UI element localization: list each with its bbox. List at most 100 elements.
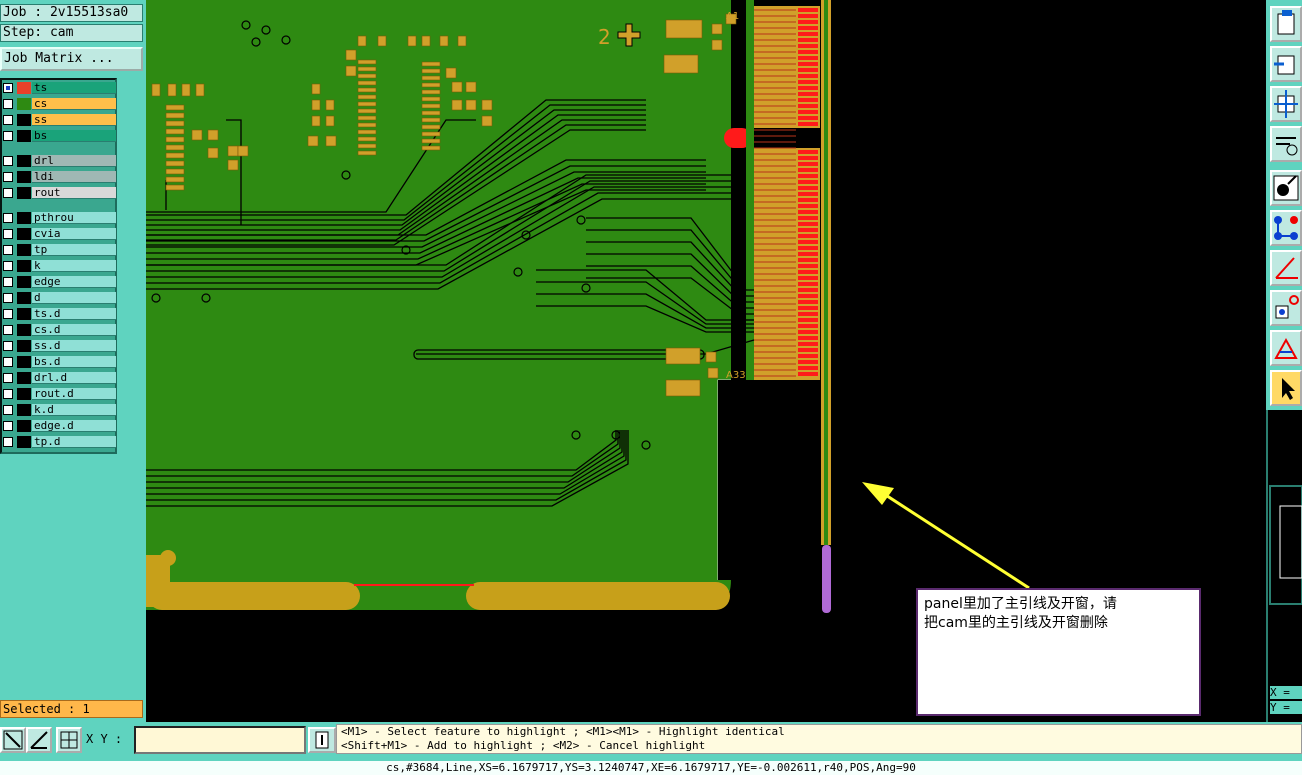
finger-pad: [798, 32, 818, 36]
ic-pad: [421, 61, 441, 67]
layer-row-pthrou[interactable]: pthrou: [2, 212, 116, 224]
layer-checkbox[interactable]: [3, 156, 13, 166]
layer-checkbox[interactable]: [3, 172, 13, 182]
layer-checkbox[interactable]: [3, 437, 13, 447]
ic-pad: [165, 136, 185, 143]
layer-row-rout-d[interactable]: rout.d: [2, 388, 116, 400]
ic-pad: [421, 75, 441, 81]
layer-checkbox[interactable]: [3, 293, 13, 303]
job-matrix-button[interactable]: Job Matrix ...: [0, 47, 143, 71]
finger-pad: [798, 258, 818, 262]
layer-color-swatch: [17, 171, 31, 183]
layer-row-ldi[interactable]: ldi: [2, 171, 116, 183]
edit-tool[interactable]: [1270, 126, 1302, 162]
layer-checkbox[interactable]: [3, 213, 13, 223]
smd-pad: [711, 39, 723, 51]
layer-checkbox[interactable]: [3, 277, 13, 287]
layer-checkbox[interactable]: [3, 405, 13, 415]
layer-checkbox[interactable]: [3, 309, 13, 319]
layer-row-tp[interactable]: tp: [2, 244, 116, 256]
layer-checkbox[interactable]: [3, 83, 13, 93]
coord-y: Y =: [1270, 701, 1302, 714]
layer-row-bs[interactable]: bs: [2, 130, 116, 142]
connect-tool[interactable]: [1270, 210, 1302, 246]
layer-name: edge.d: [32, 420, 116, 432]
measure-button[interactable]: [26, 727, 52, 753]
layer-row-edge-d[interactable]: edge.d: [2, 420, 116, 432]
finger-pad: [798, 198, 818, 202]
bottom-rail-right: [466, 582, 730, 610]
resize-tool[interactable]: [1270, 86, 1302, 122]
ic-pad: [357, 150, 377, 156]
info-button[interactable]: [308, 727, 336, 753]
finger-pad: [798, 92, 818, 96]
finger-pad: [798, 86, 818, 90]
move-tool[interactable]: [1270, 46, 1302, 82]
layer-row-cs-d[interactable]: cs.d: [2, 324, 116, 336]
measure-tool[interactable]: [1270, 330, 1302, 366]
annotation-arrow-head: [862, 482, 894, 505]
finger-pad: [798, 150, 818, 154]
selected-count: Selected : 1: [0, 700, 143, 718]
layer-checkbox[interactable]: [3, 229, 13, 239]
zoom-area-button[interactable]: [0, 727, 26, 753]
layer-row-cvia[interactable]: cvia: [2, 228, 116, 240]
layer-checkbox[interactable]: [3, 131, 13, 141]
layer-row-ss-d[interactable]: ss.d: [2, 340, 116, 352]
layer-color-swatch: [17, 187, 31, 199]
layer-row-ts[interactable]: ts: [2, 82, 116, 94]
layer-checkbox[interactable]: [3, 357, 13, 367]
layer-row-rout[interactable]: rout: [2, 187, 116, 199]
grid-button[interactable]: [56, 727, 82, 753]
layer-checkbox[interactable]: [3, 373, 13, 383]
smd-pad: [345, 65, 357, 77]
layer-name: pthrou: [32, 212, 116, 224]
angle-tool[interactable]: [1270, 250, 1302, 286]
finger-pad: [798, 360, 818, 364]
layer-checkbox[interactable]: [3, 389, 13, 399]
layer-name: ldi: [32, 171, 116, 183]
layer-row-tp-d[interactable]: tp.d: [2, 436, 116, 448]
snap-tool[interactable]: [1270, 290, 1302, 326]
layer-name: ss.d: [32, 340, 116, 352]
xy-input[interactable]: [134, 726, 306, 754]
finger-pad: [798, 330, 818, 334]
layer-name: bs: [32, 130, 116, 142]
smd-pad: [325, 99, 335, 111]
layer-checkbox[interactable]: [3, 325, 13, 335]
layer-checkbox[interactable]: [3, 261, 13, 271]
layer-row-d[interactable]: d: [2, 292, 116, 304]
layer-checkbox[interactable]: [3, 421, 13, 431]
ic-pad: [165, 128, 185, 135]
layer-row-ts-d[interactable]: ts.d: [2, 308, 116, 320]
layer-color-swatch: [17, 292, 31, 304]
layer-checkbox[interactable]: [3, 99, 13, 109]
ic-pad: [357, 80, 377, 86]
mini-map[interactable]: [1266, 410, 1302, 722]
smd-pad: [207, 147, 219, 159]
new-feature-tool[interactable]: [1270, 6, 1302, 42]
finger-pad: [798, 62, 818, 66]
layer-row-ss[interactable]: ss: [2, 114, 116, 126]
select-tool[interactable]: [1270, 370, 1302, 406]
layer-color-swatch: [17, 82, 31, 94]
layer-checkbox[interactable]: [3, 115, 13, 125]
pad-tool[interactable]: [1270, 170, 1302, 206]
ic-pad: [357, 66, 377, 72]
layer-checkbox[interactable]: [3, 188, 13, 198]
layer-name: bs.d: [32, 356, 116, 368]
layer-row-drl-d[interactable]: drl.d: [2, 372, 116, 384]
finger-pad: [798, 174, 818, 178]
layer-row-bs-d[interactable]: bs.d: [2, 356, 116, 368]
layer-row-edge[interactable]: edge: [2, 276, 116, 288]
finger-pad: [798, 240, 818, 244]
layer-checkbox[interactable]: [3, 341, 13, 351]
layer-row-drl[interactable]: drl: [2, 155, 116, 167]
smd-pad: [707, 367, 719, 379]
layer-checkbox[interactable]: [3, 245, 13, 255]
layer-row-k-d[interactable]: k.d: [2, 404, 116, 416]
layer-row-cs[interactable]: cs: [2, 98, 116, 110]
finger-pad: [798, 44, 818, 48]
layer-row-k[interactable]: k: [2, 260, 116, 272]
smd-pad: [191, 129, 203, 141]
